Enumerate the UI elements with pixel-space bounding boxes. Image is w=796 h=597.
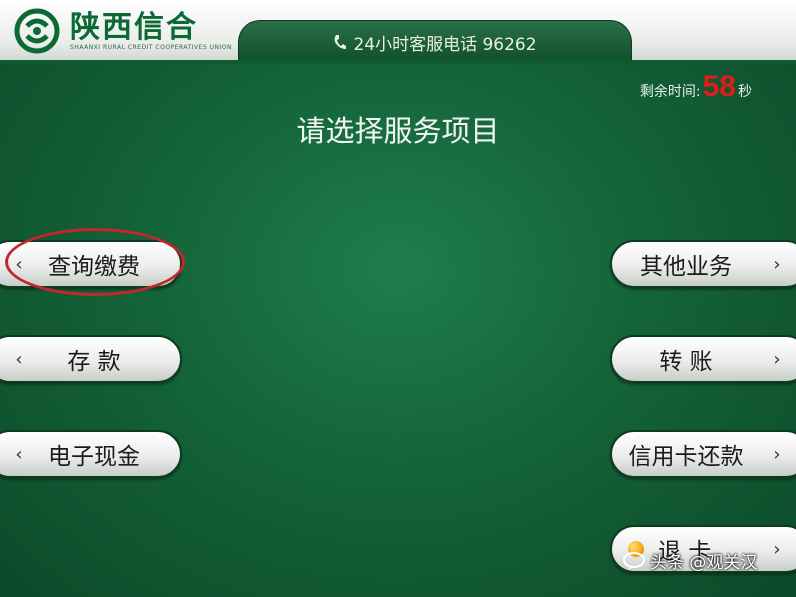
page-title: 请选择服务项目	[296, 114, 500, 148]
chevron-left-icon: ‹	[15, 443, 23, 465]
chevron-right-icon: ›	[773, 253, 781, 275]
button-label: 信用卡还款	[628, 444, 744, 470]
watermark-text: 头条 @观关汉	[650, 553, 758, 573]
hotline-text: 24小时客服电话 96262	[353, 34, 537, 55]
button-label: 存 款	[67, 349, 121, 375]
other-services-button[interactable]: 其他业务 ›	[610, 240, 796, 288]
chevron-right-icon: ›	[773, 348, 781, 370]
electronic-cash-button[interactable]: ‹ 电子现金	[0, 430, 182, 478]
button-label: 电子现金	[48, 444, 140, 470]
button-label: 转 账	[659, 349, 713, 375]
bank-name-english: SHAANXI RURAL CREDIT COOPERATIVES UNION	[70, 43, 232, 51]
chevron-right-icon: ›	[773, 538, 781, 560]
remaining-time: 剩余时间: 58 秒	[640, 72, 752, 102]
bank-logo: 陕西信合 SHAANXI RURAL CREDIT COOPERATIVES U…	[14, 8, 232, 54]
chevron-left-icon: ‹	[15, 348, 23, 370]
phone-icon	[335, 35, 347, 49]
deposit-button[interactable]: ‹ 存 款	[0, 335, 182, 383]
timer-label: 剩余时间:	[639, 84, 701, 100]
bank-logo-icon	[14, 8, 60, 54]
button-label: 其他业务	[640, 254, 732, 280]
timer-value: 58	[702, 70, 736, 103]
header-divider	[0, 60, 796, 64]
chevron-right-icon: ›	[773, 443, 781, 465]
bank-name: 陕西信合	[70, 9, 198, 45]
transfer-button[interactable]: 转 账 ›	[610, 335, 796, 383]
timer-unit: 秒	[738, 84, 752, 100]
top-banner: 陕西信合 SHAANXI RURAL CREDIT COOPERATIVES U…	[0, 0, 796, 63]
highlight-circle	[5, 228, 185, 296]
hotline-tab: 24小时客服电话 96262	[238, 20, 632, 63]
credit-card-repayment-button[interactable]: 信用卡还款 ›	[610, 430, 796, 478]
watermark: 头条 @观关汉	[622, 548, 757, 573]
chat-bubble-icon	[623, 551, 645, 570]
